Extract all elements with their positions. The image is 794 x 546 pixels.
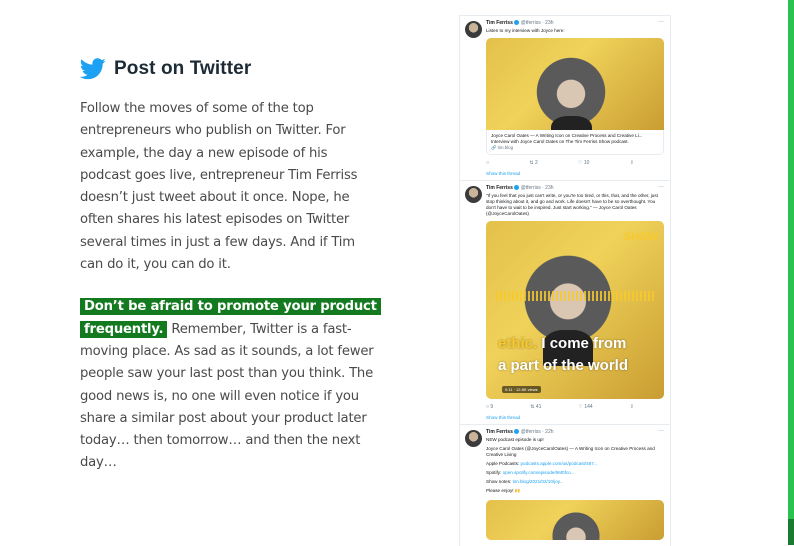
tweet-image — [486, 500, 664, 540]
tweet: ··· Tim Ferriss @tferriss · 22h NEW podc… — [460, 424, 670, 540]
avatar — [465, 21, 482, 38]
article-section: Post on Twitter Follow the moves of some… — [80, 58, 381, 475]
show-thread-link[interactable]: Show this thread — [486, 413, 664, 424]
tweet-quote: Joyce Carol Oates (@JoyceCarolOates) — A… — [486, 446, 655, 457]
like-icon: ♡ 10 — [578, 160, 590, 166]
video-player[interactable]: SHOW ethic. I come from a part of the wo… — [486, 221, 664, 399]
show-notes-line: Show notes: tim.blog/2021/02/10/joy... — [486, 479, 564, 484]
share-icon: ⇪ — [629, 404, 634, 410]
apple-podcasts-line: Apple Podcasts: podcasts.apple.com/us/po… — [486, 461, 598, 466]
video-views-badge: 0:11 · 12.8K views — [502, 386, 541, 393]
avatar — [465, 430, 482, 447]
tweet-actions: ○ ⇅ 2 ♡ 10 ⇪ — [486, 155, 664, 169]
show-thread-link[interactable]: Show this thread — [486, 169, 664, 180]
card-url: 🔗 tim.blog — [491, 145, 514, 150]
link-card: Joyce Carol Oates — A Writing Icon on Cr… — [486, 130, 664, 155]
audio-wave — [496, 291, 654, 301]
tweet-text: "If you feel that you just can't write, … — [486, 193, 658, 216]
right-accent-bar-dark — [788, 519, 794, 545]
show-notes-link[interactable]: tim.blog/2021/02/10/joy... — [513, 479, 564, 484]
tweet-handle: @tferriss · 22h — [520, 429, 554, 435]
spotify-line: Spotify: open.spotify.com/episode/6M0fco… — [486, 470, 575, 475]
verified-icon — [514, 185, 520, 191]
video-caption-line2: a part of the world — [498, 357, 629, 374]
reply-icon: ○ 9 — [486, 404, 494, 410]
more-icon: ··· — [658, 19, 664, 25]
avatar — [465, 186, 482, 203]
twitter-screenshot: ··· Tim Ferriss @tferriss · 23h Listen t… — [459, 15, 671, 546]
tweet-text: Listen to my interview with Joyce here: — [486, 28, 565, 33]
enjoy-text: Please enjoy! 🙌 — [486, 488, 521, 493]
like-icon: ♡ 144 — [578, 404, 593, 410]
promo-paragraph-text: Remember, Twitter is a fast-moving place… — [80, 321, 374, 471]
tweet: ··· Tim Ferriss @tferriss · 23h "If you … — [460, 180, 670, 424]
video-caption: ethic. I come from — [498, 335, 627, 352]
tweet-text: NEW podcast episode is up! — [486, 437, 544, 442]
promo-paragraph: Don’t be afraid to promote your product … — [80, 296, 381, 474]
portrait-image — [530, 46, 612, 130]
more-icon: ··· — [658, 184, 664, 190]
tweet-author: Tim Ferriss — [486, 429, 513, 435]
reply-icon: ○ — [486, 160, 490, 166]
more-icon: ··· — [658, 428, 664, 434]
section-heading: Post on Twitter — [80, 58, 380, 80]
intro-paragraph: Follow the moves of some of the top entr… — [80, 101, 358, 273]
retweet-icon: ⇅ 41 — [530, 404, 542, 410]
tweet-handle: @tferriss · 23h — [520, 20, 554, 26]
apple-podcasts-link[interactable]: podcasts.apple.com/us/podcast/487... — [520, 461, 597, 466]
tweet-actions: ○ 9 ⇅ 41 ♡ 144 ⇪ — [486, 399, 664, 413]
verified-icon — [514, 429, 520, 435]
twitter-bird-icon — [80, 58, 106, 80]
portrait-image — [546, 506, 606, 540]
right-accent-bar — [788, 0, 794, 545]
link-card-image — [486, 38, 664, 130]
tweet-author: Tim Ferriss — [486, 185, 513, 191]
verified-icon — [514, 20, 520, 26]
tweet: ··· Tim Ferriss @tferriss · 23h Listen t… — [460, 16, 670, 180]
share-icon: ⇪ — [629, 160, 634, 166]
tweet-handle: @tferriss · 23h — [520, 185, 554, 191]
retweet-icon: ⇅ 2 — [529, 160, 538, 166]
spotify-link[interactable]: open.spotify.com/episode/6M0fco... — [503, 470, 575, 475]
card-title: Joyce Carol Oates — A Writing Icon on Cr… — [491, 133, 643, 144]
video-show-text: SHOW — [623, 231, 658, 243]
tweet-author: Tim Ferriss — [486, 20, 513, 26]
page-title: Post on Twitter — [114, 58, 252, 79]
